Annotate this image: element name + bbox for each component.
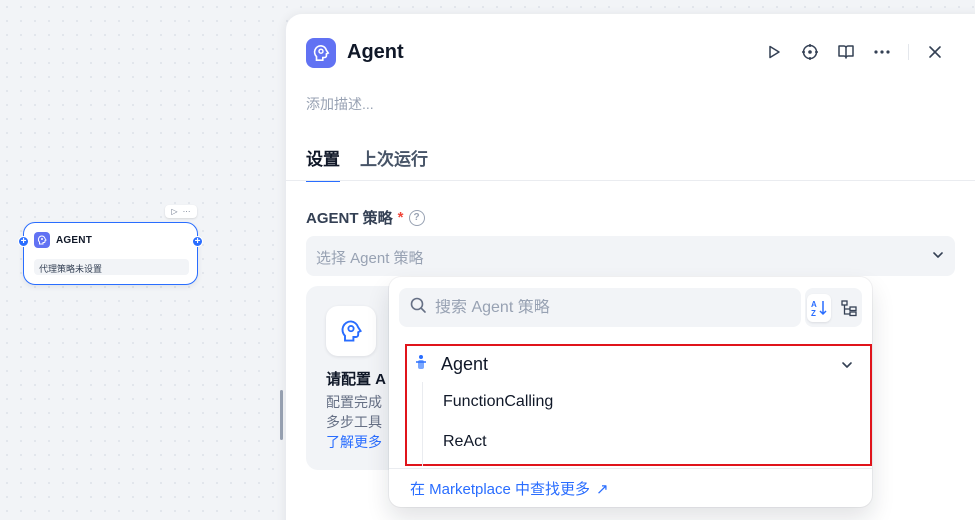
marketplace-link-text: 在 Marketplace 中查找更多 [410, 481, 591, 498]
tabs-divider [286, 180, 975, 181]
node-status: 代理策略未设置 [34, 259, 189, 275]
actions-divider [908, 44, 909, 60]
marketplace-link[interactable]: 在 Marketplace 中查找更多 ↗ [410, 478, 609, 499]
node-output-handle[interactable]: + [192, 236, 203, 247]
tree-line [422, 382, 423, 466]
external-link-icon: ↗ [596, 480, 609, 498]
strategy-item-react[interactable]: ReAct [443, 433, 487, 451]
info-title: 请配置 A [326, 371, 387, 388]
chevron-down-icon[interactable] [840, 358, 854, 377]
agent-brain-icon [34, 232, 50, 248]
tree-view-icon[interactable] [837, 294, 861, 322]
book-icon[interactable] [836, 42, 856, 62]
agent-brain-icon [326, 306, 376, 356]
node-toolbar: ▷ ··· [165, 205, 197, 218]
svg-text:A: A [811, 300, 817, 309]
play-icon[interactable] [764, 42, 784, 62]
agent-brain-icon [306, 38, 336, 68]
required-mark: * [397, 209, 404, 226]
search-input[interactable] [435, 298, 775, 317]
more-icon[interactable] [872, 42, 892, 62]
panel-resize-handle[interactable] [280, 390, 283, 440]
dropdown-divider [389, 468, 872, 469]
help-icon[interactable]: ? [408, 209, 425, 226]
node-title: AGENT [56, 234, 92, 246]
more-icon[interactable]: ··· [183, 207, 191, 216]
description-input[interactable]: 添加描述... [306, 94, 374, 114]
learn-more-link[interactable]: 了解更多 [326, 432, 382, 452]
tab-settings[interactable]: 设置 [306, 145, 340, 182]
strategy-item-functioncalling[interactable]: FunctionCalling [443, 393, 553, 411]
svg-text:Z: Z [811, 309, 816, 318]
view-toggle: AZ [805, 288, 862, 327]
agent-strategy-label: AGENT 策略 * ? [306, 207, 425, 228]
search-icon [409, 296, 427, 319]
agent-node[interactable]: + + AGENT 代理策略未设置 [18, 222, 203, 285]
panel-tabs: 设置 上次运行 [306, 145, 428, 182]
group-name: Agent [441, 354, 489, 374]
select-placeholder: 选择 Agent 策略 [316, 250, 424, 267]
strategy-group-agent: Agent FunctionCalling ReAct [405, 344, 872, 466]
tab-last-run[interactable]: 上次运行 [360, 145, 428, 182]
chevron-down-icon [931, 248, 945, 266]
strategy-dropdown: AZ Agent FunctionCalling ReAct 在 Marketp… [389, 277, 872, 507]
locate-icon[interactable] [800, 42, 820, 62]
play-icon[interactable]: ▷ [171, 207, 177, 216]
panel-title[interactable]: Agent [347, 41, 404, 64]
group-header[interactable]: Agent [415, 354, 488, 375]
close-icon[interactable] [925, 42, 945, 62]
strategy-search[interactable] [399, 288, 801, 327]
node-input-handle[interactable]: + [18, 236, 29, 247]
agent-strategy-select[interactable]: 选择 Agent 策略 [306, 236, 955, 276]
field-label-text: AGENT 策略 [306, 210, 393, 227]
sort-az-icon[interactable]: AZ [806, 293, 831, 322]
agent-provider-icon [415, 354, 427, 375]
panel-actions [764, 42, 945, 62]
